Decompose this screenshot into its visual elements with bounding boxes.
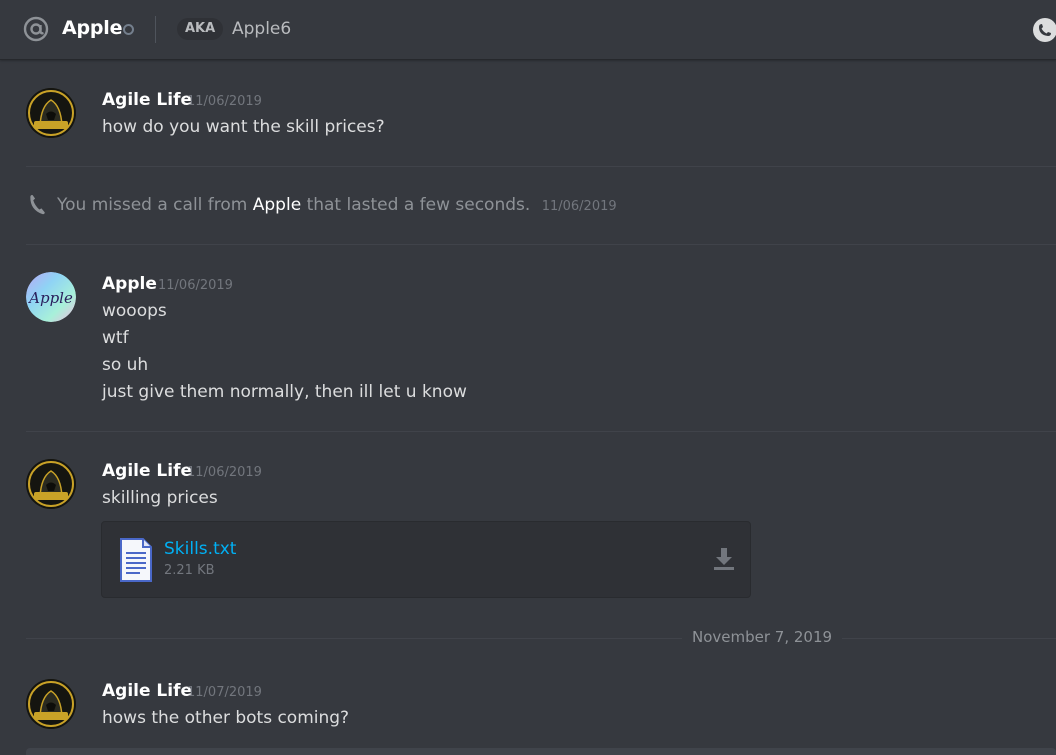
- channel-header: Apple AKA Apple6: [0, 0, 1056, 60]
- agile-life-logo-icon: [26, 459, 76, 509]
- avatar[interactable]: Apple: [26, 272, 76, 322]
- message-text: just give them normally, then ill let u …: [102, 382, 467, 402]
- message-author[interactable]: Agile Life: [102, 461, 192, 481]
- download-icon[interactable]: [712, 546, 736, 572]
- message-timestamp: 11/07/2019: [187, 685, 262, 700]
- channel-title: Apple: [62, 17, 123, 39]
- agile-life-logo-icon: [26, 679, 76, 729]
- header-divider: [155, 16, 156, 43]
- missed-call-timestamp: 11/06/2019: [541, 199, 617, 214]
- file-attachment: Skills.txt 2.21 KB: [101, 521, 751, 598]
- message-input-edge[interactable]: [26, 748, 1056, 755]
- start-voice-call-icon[interactable]: [1030, 15, 1056, 45]
- message-divider: [26, 166, 1056, 167]
- attachment-file-size: 2.21 KB: [164, 563, 215, 578]
- missed-call-message: You missed a call from Apple that lasted…: [57, 195, 617, 215]
- at-icon: [23, 16, 49, 42]
- date-divider-label: November 7, 2019: [682, 628, 843, 646]
- caller-name[interactable]: Apple: [253, 195, 301, 215]
- missed-call-icon: [30, 195, 45, 215]
- agile-life-logo-icon: [26, 88, 76, 138]
- message-text: wtf: [102, 328, 129, 348]
- message-text: skilling prices: [102, 488, 218, 508]
- missed-call-suffix: that lasted a few seconds.: [306, 195, 531, 215]
- message-text: so uh: [102, 355, 149, 375]
- text-file-icon: [120, 538, 152, 582]
- aka-badge: AKA: [177, 18, 224, 40]
- avatar[interactable]: [26, 459, 76, 509]
- message-text: wooops: [102, 301, 167, 321]
- message-author[interactable]: Apple: [102, 274, 157, 294]
- message-text: hows the other bots coming?: [102, 708, 350, 728]
- message-timestamp: 11/06/2019: [187, 94, 262, 109]
- aka-name: Apple6: [232, 19, 292, 39]
- avatar[interactable]: [26, 88, 76, 138]
- message-timestamp: 11/06/2019: [158, 278, 233, 293]
- apple-avatar-icon: Apple: [26, 272, 76, 322]
- message-timestamp: 11/06/2019: [187, 465, 262, 480]
- offline-status-icon: [123, 24, 134, 35]
- avatar[interactable]: [26, 679, 76, 729]
- message-text: how do you want the skill prices?: [102, 117, 385, 137]
- date-divider-line: [26, 638, 1056, 639]
- attachment-file-name[interactable]: Skills.txt: [164, 539, 236, 559]
- message-author[interactable]: Agile Life: [102, 90, 192, 110]
- missed-call-prefix: You missed a call from: [57, 195, 248, 215]
- message-divider: [26, 244, 1056, 245]
- avatar-text: Apple: [27, 289, 73, 307]
- message-author[interactable]: Agile Life: [102, 681, 192, 701]
- message-divider: [26, 431, 1056, 432]
